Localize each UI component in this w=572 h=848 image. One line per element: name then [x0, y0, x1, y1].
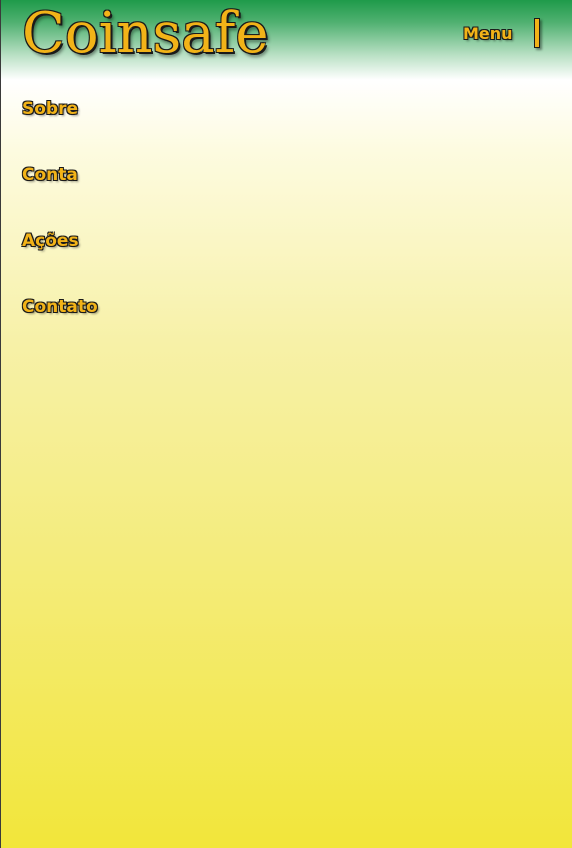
- menu-toggle-button[interactable]: Menu: [463, 18, 540, 48]
- nav-item-acoes[interactable]: Ações: [22, 228, 98, 254]
- header: Coinsafe Menu: [1, 0, 572, 80]
- brand-logo[interactable]: Coinsafe: [22, 1, 269, 67]
- menu-label: Menu: [463, 23, 513, 43]
- nav-item-contato[interactable]: Contato: [22, 294, 98, 320]
- menu-bar-icon: [533, 18, 540, 48]
- nav-item-conta[interactable]: Conta: [22, 162, 98, 188]
- nav-item-sobre[interactable]: Sobre: [22, 96, 98, 122]
- nav-menu: Sobre Conta Ações Contato: [22, 96, 98, 360]
